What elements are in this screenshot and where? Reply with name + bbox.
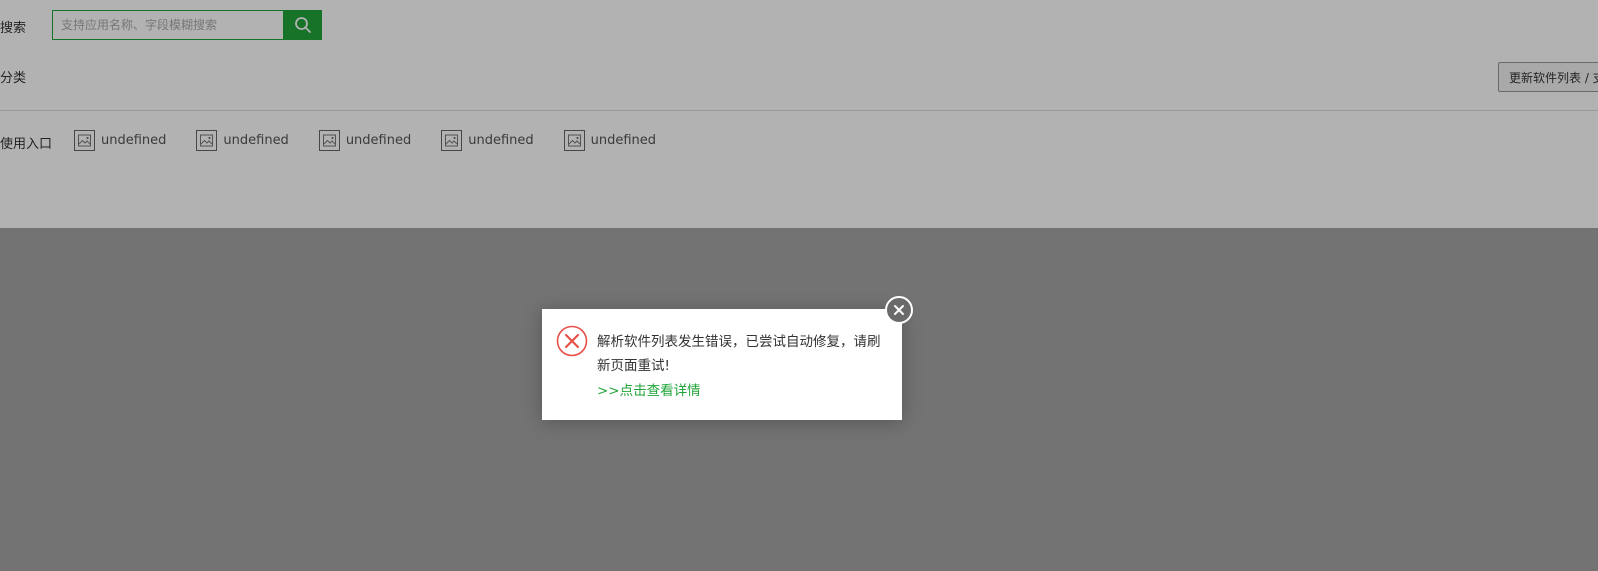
view-details-link[interactable]: >>点击查看详情 bbox=[597, 379, 701, 399]
error-dialog: 解析软件列表发生错误，已尝试自动修复，请刷新页面重试! >>点击查看详情 bbox=[542, 296, 913, 420]
close-icon bbox=[894, 305, 904, 315]
page: 搜索 分类 更新软件列表 / 支 使用入口 undefined u bbox=[0, 0, 1598, 571]
close-button[interactable] bbox=[885, 296, 913, 324]
error-message: 解析软件列表发生错误，已尝试自动修复，请刷新页面重试! bbox=[597, 334, 881, 374]
error-icon bbox=[556, 325, 588, 357]
modal-overlay[interactable] bbox=[0, 0, 1598, 571]
